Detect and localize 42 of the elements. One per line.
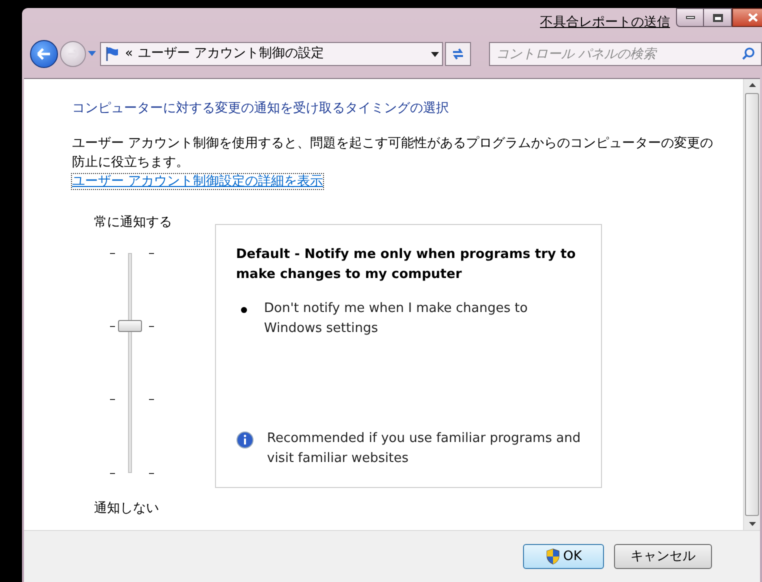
slider-tick xyxy=(149,399,154,400)
scroll-up-icon[interactable] xyxy=(748,83,756,87)
scrollbar-thumb[interactable] xyxy=(745,93,759,516)
details-link[interactable]: ユーザー アカウント制御設定の詳細を表示 xyxy=(72,174,324,188)
close-button[interactable] xyxy=(732,8,762,27)
refresh-button[interactable] xyxy=(445,42,471,66)
slider-bottom-label: 通知しない xyxy=(94,500,160,518)
page-heading: コンピューターに対する変更の通知を受け取るタイミングの選択 xyxy=(72,100,450,118)
report-problem-link[interactable]: 不具合レポートの送信 xyxy=(540,13,670,32)
info-icon xyxy=(236,431,254,449)
minimize-button[interactable] xyxy=(676,8,704,27)
slider-thumb[interactable] xyxy=(118,320,142,332)
slider-tick xyxy=(149,252,154,254)
setting-title: Default - Notify me only when programs try to make changes to my computer xyxy=(236,246,577,284)
slider-top-label: 常に通知する xyxy=(94,214,173,232)
cancel-button[interactable]: キャンセル xyxy=(614,544,712,569)
flag-icon xyxy=(104,46,120,62)
address-bar[interactable]: « ユーザー アカウント制御の設定 xyxy=(100,42,443,66)
search-field[interactable]: コントロール パネルの検索 xyxy=(489,42,762,66)
slider-tick xyxy=(149,472,154,474)
shield-icon xyxy=(545,548,562,565)
dropdown-arrow-icon[interactable] xyxy=(431,52,439,56)
scrollbar[interactable] xyxy=(743,79,760,530)
slider-tick xyxy=(149,326,154,327)
search-icon xyxy=(742,47,755,60)
close-icon xyxy=(748,13,758,22)
refresh-icon xyxy=(451,47,465,61)
address-path[interactable]: ユーザー アカウント制御の設定 xyxy=(138,44,426,64)
setting-bullet-text: Don't notify me when I make changes to Windows settings xyxy=(264,300,529,338)
maximize-button[interactable] xyxy=(704,8,732,27)
back-arrow-icon xyxy=(37,48,51,60)
ok-button[interactable]: OK xyxy=(523,544,604,569)
back-button[interactable] xyxy=(30,40,58,68)
slider-tick xyxy=(110,399,115,400)
slider-tick xyxy=(110,472,115,474)
slider-tick xyxy=(110,326,115,327)
breadcrumb-chevron[interactable]: « xyxy=(125,44,133,64)
description-text: ユーザー アカウント制御を使用すると、問題を起こす可能性があるプログラムからのコンピューターの変更の防止に役立ちます。 xyxy=(72,134,714,172)
slider-tick xyxy=(110,252,115,254)
scroll-down-icon[interactable] xyxy=(748,522,756,526)
recommendation-text: Recommended if you use familiar programs and visit familiar websites xyxy=(267,430,581,468)
bullet-icon xyxy=(241,307,247,313)
